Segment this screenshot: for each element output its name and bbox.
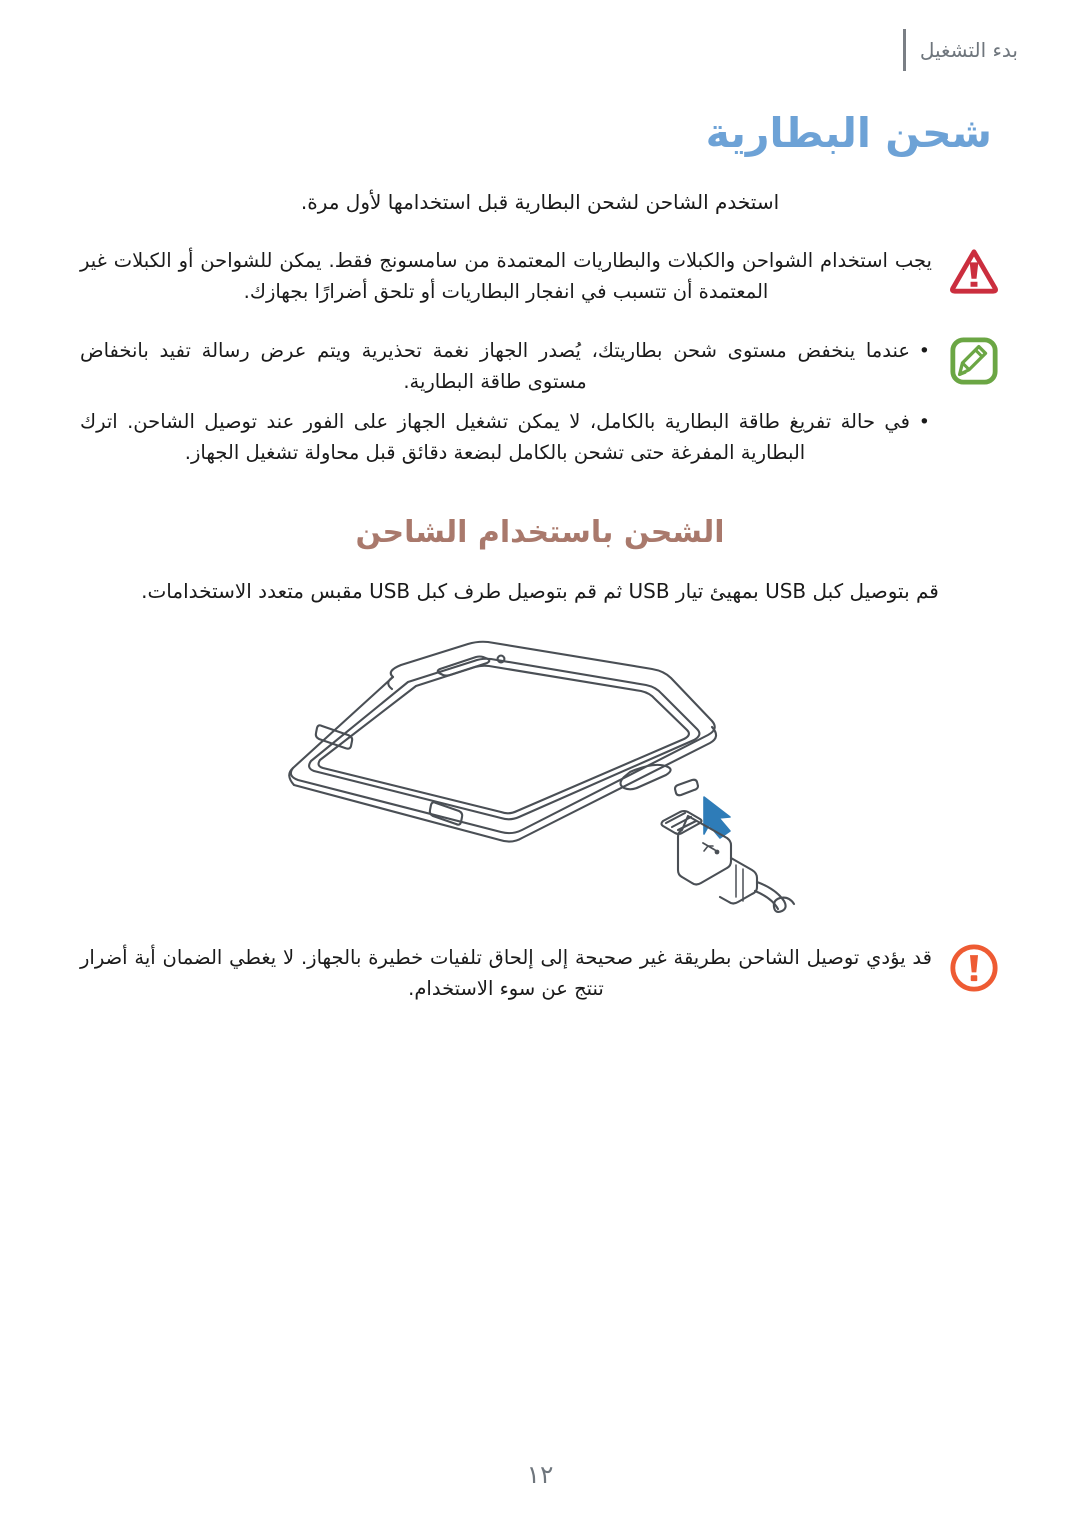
caution-callout: قد يؤدي توصيل الشاحن بطريقة غير صحيحة إل…	[80, 941, 1000, 1005]
page-content: شحن البطارية استخدم الشاحن لشحن البطارية…	[80, 108, 1000, 1005]
note-bullet-list: عندما ينخفض مستوى شحن بطاريتك، يُصدر الج…	[80, 336, 932, 469]
warning-triangle-icon	[948, 246, 1000, 298]
chapter-intro-text: استخدم الشاحن لشحن البطارية قبل استخدامه…	[300, 190, 780, 215]
list-item: عندما ينخفض مستوى شحن بطاريتك، يُصدر الج…	[80, 336, 932, 398]
alert-circle-icon	[948, 943, 1000, 995]
list-item: في حالة تفريغ طاقة البطارية بالكامل، لا …	[80, 407, 932, 469]
section-title: الشحن باستخدام الشاحن	[355, 515, 725, 551]
page-number: ١٢	[526, 1460, 554, 1489]
note-pencil-icon	[948, 336, 1000, 388]
warning-callout: يجب استخدام الشواحن والكبلات والبطاريات …	[80, 244, 1000, 308]
running-header-title: بدء التشغيل	[919, 38, 1018, 62]
warning-callout-text: يجب استخدام الشواحن والكبلات والبطاريات …	[80, 249, 932, 304]
caution-callout-text: قد يؤدي توصيل الشاحن بطريقة غير صحيحة إل…	[80, 946, 932, 1000]
note-callout-body: عندما ينخفض مستوى شحن بطاريتك، يُصدر الج…	[80, 334, 932, 469]
section-step-text: قم بتوصيل كبل USB بمهيئ تيار USB ثم قم ب…	[141, 579, 939, 604]
header-divider-rule	[902, 29, 906, 71]
smartphone-usb-charging-diagram	[260, 625, 820, 915]
note-callout: عندما ينخفض مستوى شحن بطاريتك، يُصدر الج…	[80, 334, 1000, 469]
chapter-title: شحن البطارية	[705, 109, 992, 157]
page-header: بدء التشغيل	[902, 28, 1018, 72]
